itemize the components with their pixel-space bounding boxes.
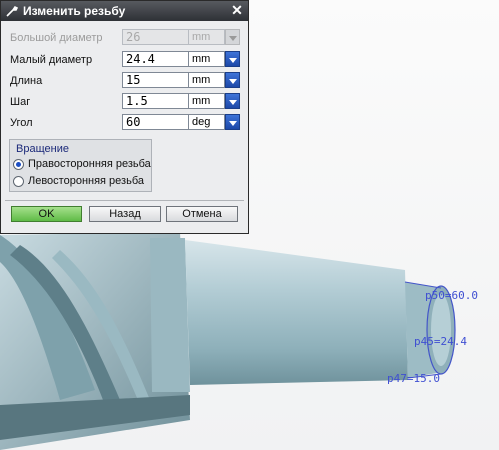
cancel-button[interactable]: Отмена xyxy=(166,206,238,222)
major-diameter-label: Большой диаметр xyxy=(10,32,103,44)
ok-button[interactable]: OK xyxy=(11,206,82,222)
right-hand-thread-radio[interactable] xyxy=(13,159,24,170)
wrench-icon xyxy=(6,5,19,17)
major-diameter-unit: mm xyxy=(189,29,225,45)
close-icon: ✕ xyxy=(231,2,243,18)
major-diameter-input: 26 xyxy=(122,29,189,45)
minor-diameter-input[interactable]: 24.4 xyxy=(122,51,189,67)
angle-unit[interactable]: deg xyxy=(189,114,225,130)
length-input[interactable]: 15 xyxy=(122,72,189,88)
pitch-row: Шаг 1.5 mm xyxy=(1,93,248,111)
dialog-title: Изменить резьбу xyxy=(23,4,126,18)
dimension-label-length[interactable]: p47=15.0 xyxy=(387,372,440,385)
rotation-group-title: Вращение xyxy=(16,143,69,155)
close-button[interactable]: ✕ xyxy=(229,3,245,18)
button-separator xyxy=(5,200,244,201)
edit-thread-dialog: Изменить резьбу ✕ Большой диаметр 26 mm … xyxy=(0,0,249,234)
dimension-label-minor-diameter[interactable]: p45=24.4 xyxy=(414,335,467,348)
angle-row: Угол 60 deg xyxy=(1,114,248,132)
left-hand-thread-label[interactable]: Левосторонняя резьба xyxy=(28,175,144,187)
pitch-unit[interactable]: mm xyxy=(189,93,225,109)
length-dropdown[interactable] xyxy=(225,72,240,88)
angle-input[interactable]: 60 xyxy=(122,114,189,130)
dialog-title-bar[interactable]: Изменить резьбу ✕ xyxy=(1,1,248,21)
right-hand-thread-label[interactable]: Правосторонняя резьба xyxy=(28,158,151,170)
dimension-label-angle[interactable]: p50=60.0 xyxy=(425,289,478,302)
pitch-input[interactable]: 1.5 xyxy=(122,93,189,109)
pitch-label: Шаг xyxy=(10,96,31,108)
length-unit[interactable]: mm xyxy=(189,72,225,88)
angle-dropdown[interactable] xyxy=(225,114,240,130)
major-diameter-dropdown xyxy=(225,29,240,45)
major-diameter-row: Большой диаметр 26 mm xyxy=(1,29,248,47)
minor-diameter-unit[interactable]: mm xyxy=(189,51,225,67)
minor-diameter-dropdown[interactable] xyxy=(225,51,240,67)
length-row: Длина 15 mm xyxy=(1,72,248,90)
angle-label: Угол xyxy=(10,117,33,129)
back-button[interactable]: Назад xyxy=(89,206,161,222)
minor-diameter-label: Малый диаметр xyxy=(10,54,93,66)
pitch-dropdown[interactable] xyxy=(225,93,240,109)
rotation-group: Вращение Правосторонняя резьба Левосторо… xyxy=(9,139,152,192)
minor-diameter-row: Малый диаметр 24.4 mm xyxy=(1,51,248,69)
length-label: Длина xyxy=(10,75,43,87)
left-hand-thread-radio[interactable] xyxy=(13,176,24,187)
